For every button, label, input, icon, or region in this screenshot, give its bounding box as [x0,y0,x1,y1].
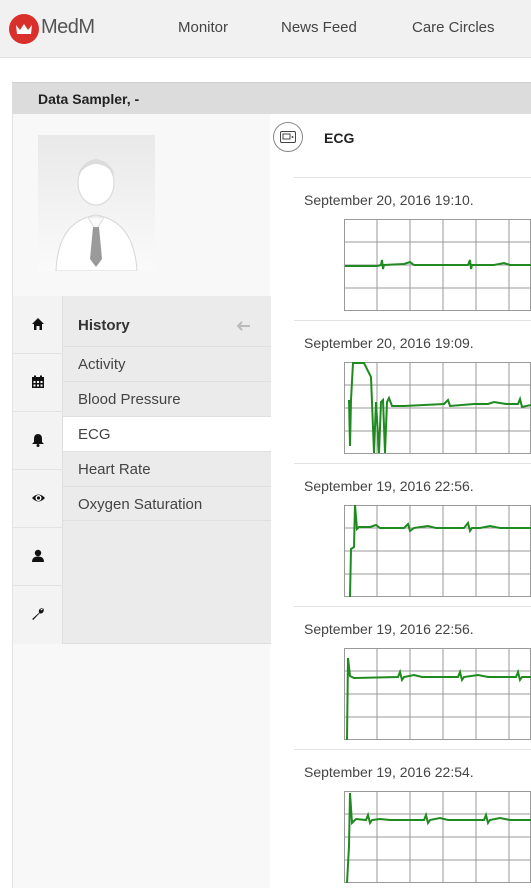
history-menu: History Activity Blood Pressure ECG Hear… [63,296,271,644]
eye-icon [32,494,45,502]
ecg-section-header: ECG [270,114,531,164]
ecg-title: ECG [324,130,355,146]
ecg-record-datetime: September 19, 2016 22:54. [304,764,474,780]
profile-tab[interactable] [13,528,63,586]
ecg-device-icon [273,122,303,152]
wrench-icon [32,608,44,620]
home-tab[interactable] [13,296,63,354]
notifications-tab[interactable] [13,412,63,470]
user-icon [32,549,44,562]
menu-item-oxygen-saturation[interactable]: Oxygen Saturation [63,486,271,521]
ecg-chart [344,219,531,311]
settings-tab[interactable] [13,586,63,644]
bell-icon [32,434,44,447]
ecg-chart [344,648,531,740]
ecg-record[interactable]: September 19, 2016 22:56. [294,463,531,606]
ecg-record-datetime: September 20, 2016 19:10. [304,192,474,208]
menu-item-ecg[interactable]: ECG [63,416,271,451]
ecg-record[interactable]: September 19, 2016 22:54. [294,749,531,892]
nav-news-feed[interactable]: News Feed [281,19,357,36]
calendar-tab[interactable] [13,354,63,412]
brand-name[interactable]: MedM [41,16,95,39]
ecg-record[interactable]: September 20, 2016 19:10. [294,177,531,320]
left-column: History Activity Blood Pressure ECG Hear… [12,114,271,888]
menu-item-label: Activity [78,356,126,373]
history-title: History [78,317,130,334]
nav-monitor[interactable]: Monitor [178,19,228,36]
menu-item-blood-pressure[interactable]: Blood Pressure [63,381,271,416]
nav-care-circles[interactable]: Care Circles [412,19,495,36]
menu-item-activity[interactable]: Activity [63,346,271,381]
menu-item-heart-rate[interactable]: Heart Rate [63,451,271,486]
calendar-icon [32,375,44,388]
menu-item-label: Heart Rate [78,461,151,478]
ecg-record[interactable]: September 19, 2016 22:56. [294,606,531,749]
panel-title: Data Sampler, - [38,91,140,107]
avatar [38,135,155,272]
ecg-record-datetime: September 19, 2016 22:56. [304,621,474,637]
menu-item-label: ECG [78,426,111,443]
home-icon [32,318,44,330]
arrow-left-icon[interactable] [237,321,251,331]
ecg-chart [344,362,531,454]
medm-logo-icon[interactable] [9,14,39,44]
ecg-chart [344,791,531,883]
menu-item-label: Blood Pressure [78,391,181,408]
view-tab[interactable] [13,470,63,528]
panel-header: Data Sampler, - [12,82,531,114]
menu-item-label: Oxygen Saturation [78,496,203,513]
ecg-record-datetime: September 20, 2016 19:09. [304,335,474,351]
top-navbar: MedM Monitor News Feed Care Circles [0,0,531,58]
ecg-record-datetime: September 19, 2016 22:56. [304,478,474,494]
side-icon-strip [13,296,63,644]
ecg-chart [344,505,531,597]
ecg-record[interactable]: September 20, 2016 19:09. [294,320,531,463]
